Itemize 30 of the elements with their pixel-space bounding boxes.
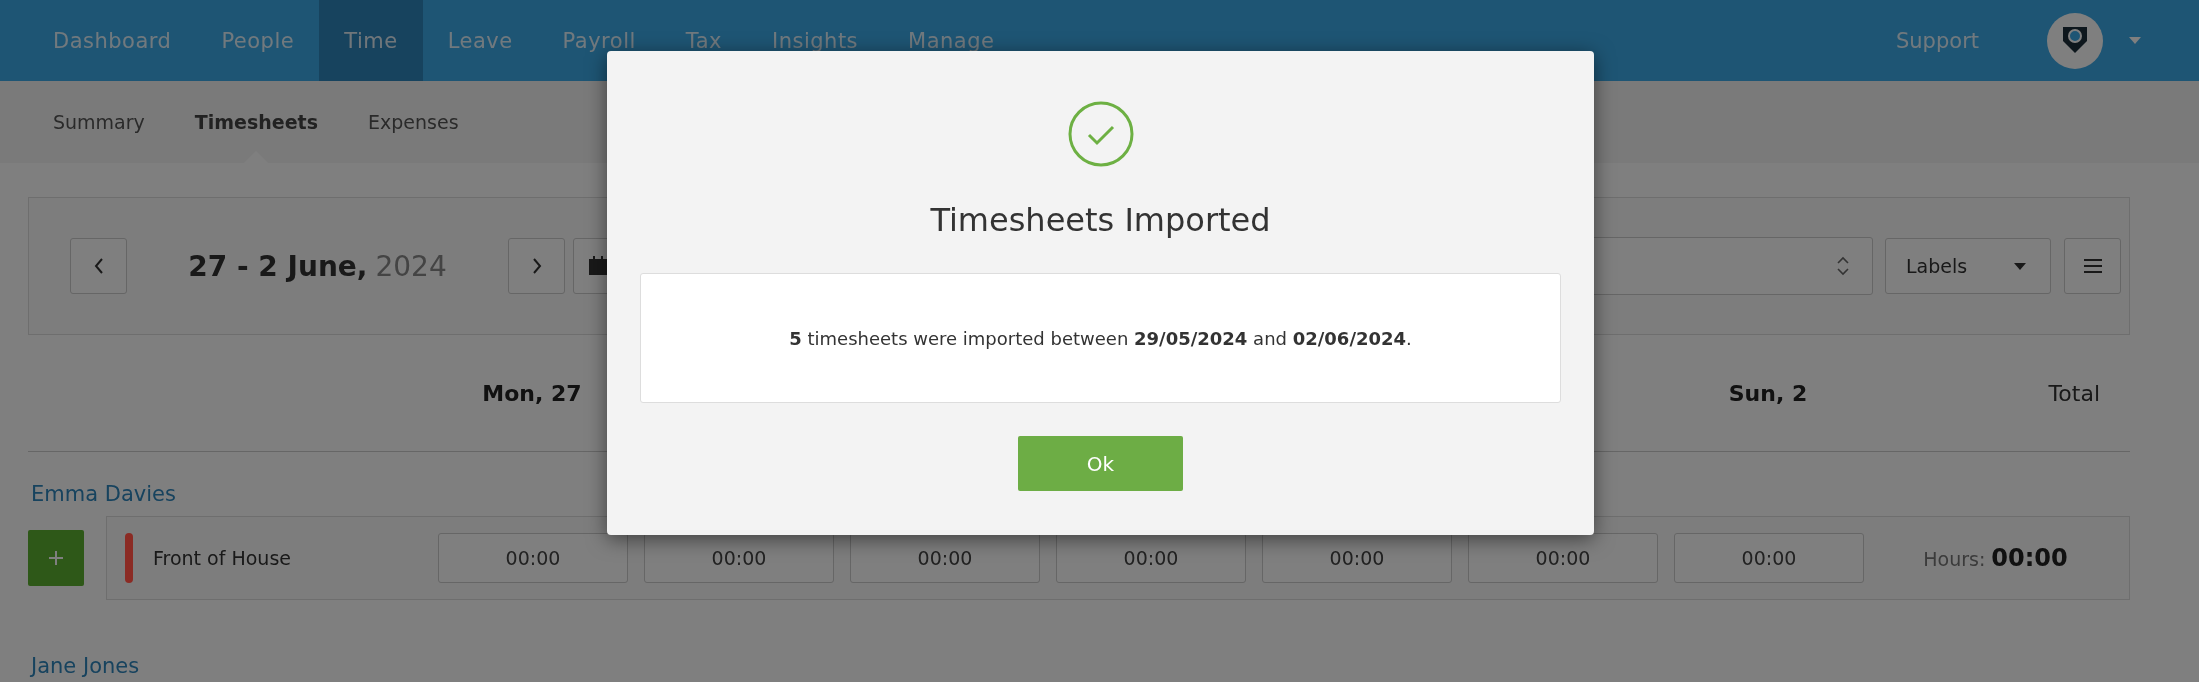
nav-tab[interactable]: Payroll (537, 0, 661, 81)
nav-tab[interactable]: Dashboard (28, 0, 197, 81)
import-message: 5 timesheets were imported between 29/05/2024 and 02/06/2024. (789, 327, 1412, 349)
day-header: Mon, 27 (481, 380, 583, 406)
time-field[interactable]: 00:00 (1468, 533, 1658, 583)
day-header: Sun, 2 (1727, 380, 1809, 406)
time-field[interactable]: 00:00 (1056, 533, 1246, 583)
time-field[interactable]: 00:00 (644, 533, 834, 583)
nav-tab[interactable]: Leave (422, 0, 538, 81)
hours-value: 00:00 (1991, 544, 2068, 572)
time-field[interactable]: 00:00 (438, 533, 628, 583)
subnav-tab[interactable]: Expenses (343, 81, 484, 163)
time-field[interactable]: 00:00 (850, 533, 1040, 583)
labels-dropdown[interactable]: Labels (1885, 238, 2051, 294)
employee-name[interactable]: Jane Jones (31, 654, 140, 678)
row-label: Front of House (153, 547, 291, 569)
ok-button[interactable]: Ok (1018, 436, 1183, 491)
dialog-title: Timesheets Imported (930, 201, 1271, 239)
nav-tab[interactable]: People (196, 0, 320, 81)
hours-label: Hours: (1923, 548, 1986, 570)
time-field[interactable]: 00:00 (1674, 533, 1864, 583)
year-text: 2024 (375, 249, 447, 283)
nav-tab[interactable]: Time (319, 0, 423, 81)
time-field[interactable]: 00:00 (1262, 533, 1452, 583)
date-range: 27 - 2 June, (188, 249, 368, 283)
support-link[interactable]: Support (1896, 28, 1979, 53)
total-header: Total (2047, 380, 2101, 406)
subnav-tab[interactable]: Timesheets (169, 81, 343, 163)
employee-name[interactable]: Emma Davies (31, 482, 176, 506)
subnav-tab[interactable]: Summary (28, 81, 170, 163)
